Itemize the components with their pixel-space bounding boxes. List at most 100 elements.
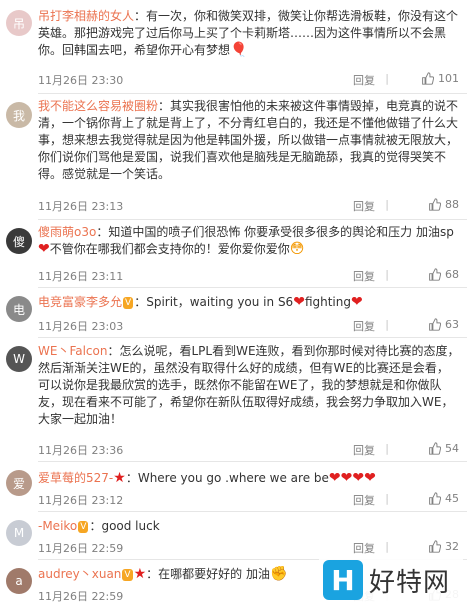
blush-face-icon: 😳 (289, 241, 305, 257)
avatar[interactable]: a (6, 568, 32, 594)
comment-username[interactable]: 电竞富豪李多允 (38, 295, 122, 309)
comment-meta: 11月26日 23:12 回复 | 45 (38, 492, 459, 508)
comment-meta: 11月26日 23:30 回复 | 101 (38, 72, 459, 88)
vip-badge-icon: V (78, 521, 89, 533)
comment-separator: ： (134, 9, 147, 23)
comment-username[interactable]: 吊打李相赫的女人 (38, 9, 134, 23)
gift-icon: 🎈 (230, 42, 248, 58)
avatar[interactable]: M (6, 520, 32, 546)
comment-content: 在哪都要好好的 加油 (158, 567, 270, 581)
thumbs-up-icon (429, 492, 441, 505)
meta-divider: | (385, 72, 389, 85)
comment-time: 11月26日 23:03 (38, 320, 124, 333)
vip-badge-icon: V (122, 569, 133, 581)
reply-button[interactable]: 回复 (353, 72, 375, 88)
comment-username[interactable]: audrey丶xuan (38, 567, 121, 581)
avatar-initial: 傻 (12, 234, 25, 249)
comment-content: Spirit，waiting you in S6 (146, 295, 294, 309)
heart-icon: ❤ (38, 241, 50, 257)
comment-separator: ： (107, 344, 120, 358)
comment-time: 11月26日 23:13 (38, 200, 124, 213)
avatar[interactable]: 电 (6, 296, 32, 322)
avatar[interactable]: 傻 (6, 228, 32, 254)
reply-button[interactable]: 回复 (353, 268, 375, 284)
like-button[interactable]: 88 (428, 198, 459, 211)
comment-time: 11月26日 23:11 (38, 270, 124, 283)
comment-text: 爱草莓的527-★：Where you go .where we are be❤… (38, 470, 460, 487)
comment-time: 11月26日 23:30 (38, 74, 124, 87)
comment-meta: 11月26日 23:36 回复 | 54 (38, 442, 459, 458)
avatar-initial: 我 (12, 108, 25, 123)
like-count: 68 (445, 268, 459, 281)
meta-divider: | (385, 492, 389, 505)
comment-item: 爱 爱草莓的527-★：Where you go .where we are b… (0, 462, 467, 512)
reply-button[interactable]: 回复 (353, 318, 375, 334)
comment-item: 我 我不能这么容易被圈粉：其实我很害怕他的未来被这件事情毁掉，电竞真的说不清，一… (0, 94, 467, 220)
avatar[interactable]: 我 (6, 102, 32, 128)
vip-badge-icon: V (123, 297, 134, 309)
meta-divider: | (385, 198, 389, 211)
thumbs-up-icon (429, 442, 441, 455)
comment-item: W WE丶Falcon：怎么说呢，看LPL看到WE连败，看到你那时候对待比赛的态… (0, 338, 467, 462)
comment-meta: 11月26日 23:11 回复 | 68 (38, 268, 459, 284)
avatar[interactable]: W (6, 346, 32, 372)
heart-icon: ❤ (350, 294, 363, 310)
avatar[interactable]: 爱 (6, 470, 32, 496)
comment-separator: ： (134, 295, 147, 309)
comment-username[interactable]: 傻雨萌o3o (38, 225, 96, 239)
comment-item: 电 电竞富豪李多允 V ：Spirit，waiting you in S6 ❤figh… (0, 288, 467, 338)
site-logo-icon: H (323, 560, 363, 600)
comment-time: 11月26日 23:36 (38, 444, 124, 457)
avatar-initial: 爱 (12, 476, 25, 491)
comment-text: 傻雨萌o3o：知道中国的喷子们很恐怖 你要承受很多很多的舆论和压力 加油sp ❤… (38, 224, 460, 258)
comment-separator: ： (146, 567, 159, 581)
comment-meta: 11月26日 23:13 回复 | 88 (38, 198, 459, 214)
thumbs-up-icon (429, 318, 441, 331)
like-button[interactable]: 101 (421, 72, 459, 85)
like-button[interactable]: 63 (428, 318, 459, 331)
comment-separator: ： (89, 519, 102, 533)
comment-separator: ： (96, 225, 109, 239)
avatar-initial: W (13, 352, 25, 366)
star-icon: ★ (113, 470, 126, 486)
reply-button[interactable]: 回复 (353, 198, 375, 214)
comment-meta: 11月26日 23:03 回复 | 63 (38, 318, 459, 334)
comment-username[interactable]: 我不能这么容易被圈粉 (38, 99, 158, 113)
comment-text: WE丶Falcon：怎么说呢，看LPL看到WE连败，看到你那时候对待比赛的态度，… (38, 343, 460, 428)
comment-content-2: 不管你在哪我们都会支持你的！爱你爱你爱你 (49, 242, 290, 256)
comment-username[interactable]: -Meiko (38, 519, 77, 533)
heart-icon: ❤❤❤❤ (328, 470, 376, 486)
comment-item: 傻 傻雨萌o3o：知道中国的喷子们很恐怖 你要承受很多很多的舆论和压力 加油sp… (0, 220, 467, 288)
meta-divider: | (385, 442, 389, 455)
like-count: 101 (438, 72, 459, 85)
reply-button[interactable]: 回复 (353, 442, 375, 458)
like-count: 63 (445, 318, 459, 331)
like-button[interactable]: 45 (428, 492, 459, 505)
comment-item: M -Meiko V ：good luck 11月26日 22:59 回复 | 32 (0, 512, 467, 560)
like-count: 32 (445, 540, 459, 553)
comment-text: 我不能这么容易被圈粉：其实我很害怕他的未来被这件事情毁掉，电竞真的说不清，一个锅… (38, 98, 460, 183)
avatar[interactable]: 吊 (6, 10, 32, 36)
thumbs-up-icon (429, 540, 441, 553)
comment-content: Where you go .where we are be (137, 471, 329, 485)
comment-item: 吊 吊打李相赫的女人：有一次，你和微笑双排，微笑让你帮选滑板鞋，你没有这个英雄。… (0, 0, 467, 94)
comment-username[interactable]: WE丶Falcon (38, 344, 107, 358)
comment-username[interactable]: 爱草莓的527- (38, 471, 113, 485)
avatar-initial: a (15, 574, 23, 588)
like-button[interactable]: 32 (428, 540, 459, 553)
meta-divider: | (385, 268, 389, 281)
like-count: 88 (445, 198, 459, 211)
star-icon: ★ (133, 566, 147, 582)
comment-time: 11月26日 22:59 (38, 542, 124, 555)
site-name: 好特网 (369, 567, 451, 598)
meta-divider: | (385, 318, 389, 331)
thumbs-up-icon (422, 72, 434, 85)
like-button[interactable]: 54 (428, 442, 459, 455)
comment-content-2: fighting (304, 295, 351, 309)
like-button[interactable]: 68 (428, 268, 459, 281)
comment-separator: ： (158, 99, 171, 113)
comment-content: 知道中国的喷子们很恐怖 你要承受很多很多的舆论和压力 加油sp (108, 225, 454, 239)
reply-button[interactable]: 回复 (353, 492, 375, 508)
comment-text: -Meiko V ：good luck (38, 518, 460, 535)
meta-divider: | (385, 540, 389, 553)
